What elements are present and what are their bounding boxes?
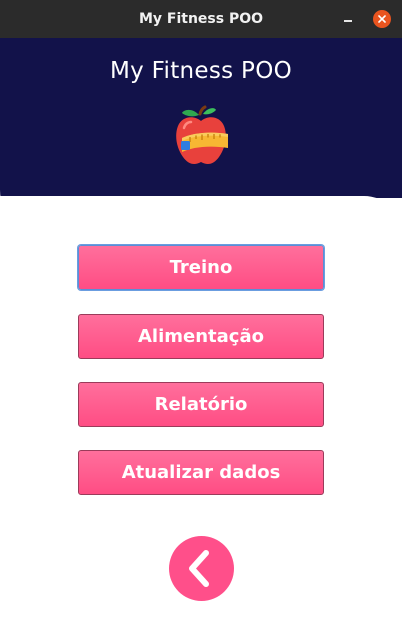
treino-button[interactable]: Treino: [78, 245, 324, 290]
close-button[interactable]: [373, 10, 391, 28]
back-button[interactable]: [169, 536, 234, 601]
app-window: My Fitness POO My Fitness POO Treino Ali…: [0, 0, 402, 639]
close-icon: [378, 15, 386, 23]
minimize-button[interactable]: [340, 11, 356, 27]
minimize-icon: [344, 20, 352, 22]
relatorio-button[interactable]: Relatório: [78, 382, 324, 427]
window-titlebar[interactable]: My Fitness POO: [0, 0, 402, 38]
chevron-left-icon: [189, 550, 209, 587]
apple-measuring-tape-icon: [170, 104, 232, 170]
app-title: My Fitness POO: [109, 58, 292, 84]
atualizar-dados-button[interactable]: Atualizar dados: [78, 450, 324, 495]
alimentacao-button[interactable]: Alimentação: [78, 314, 324, 359]
